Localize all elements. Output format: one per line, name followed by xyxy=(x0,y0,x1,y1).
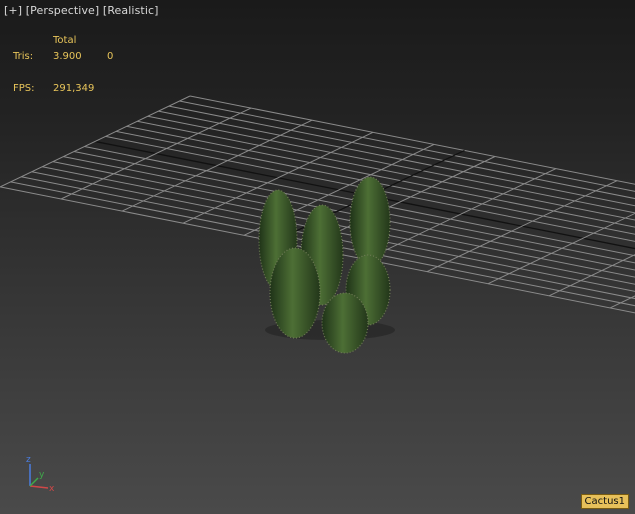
stats-tris-label: Tris: xyxy=(13,51,34,62)
cactus-model[interactable] xyxy=(0,0,635,514)
axis-x-label: x xyxy=(49,484,55,494)
viewport-shading-menu[interactable]: [Realistic] xyxy=(103,4,159,17)
object-name-label[interactable]: Cactus1 xyxy=(580,494,629,509)
axis-y-line xyxy=(29,477,39,487)
stats-fps-label: FPS: xyxy=(13,83,35,94)
axis-gizmo: z x y xyxy=(26,455,55,494)
axis-y-label: y xyxy=(39,470,45,480)
stats-total-header: Total xyxy=(53,35,77,46)
perspective-viewport[interactable]: [+] [Perspective] [Realistic] Total Tris… xyxy=(0,0,635,514)
viewport-view-menu[interactable]: [Perspective] xyxy=(26,4,100,17)
viewport-menu: [+] [Perspective] [Realistic] xyxy=(4,4,159,17)
viewport-plus-menu[interactable]: [+] xyxy=(4,4,22,17)
axis-x-line xyxy=(29,485,49,489)
axis-z-label: z xyxy=(26,455,31,465)
stats-tris-selected: 0 xyxy=(107,51,114,62)
stats-fps-value: 291,349 xyxy=(53,83,95,94)
stats-tris-value: 3.900 xyxy=(53,51,82,62)
